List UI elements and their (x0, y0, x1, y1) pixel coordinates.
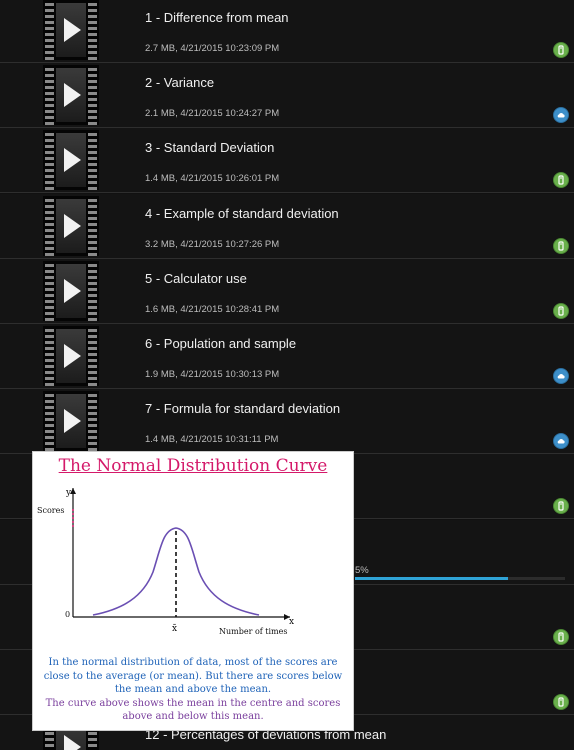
list-item[interactable]: 3 - Standard Deviation 1.4 MB, 4/21/2015 … (0, 128, 574, 194)
item-meta: 2.7 MB, 4/21/2015 10:23:09 PM (145, 43, 280, 54)
overlay-description: In the normal distribution of data, most… (37, 656, 349, 724)
normal-curve-diagram: y Scores 0 x Number of times x̄ (37, 488, 294, 636)
download-progress-text: 5% (355, 564, 369, 576)
video-thumbnail-icon[interactable] (43, 326, 99, 386)
list-item[interactable]: 2 - Variance 2.1 MB, 4/21/2015 10:24:27 P… (0, 63, 574, 129)
download-progress-fill (355, 576, 509, 580)
list-item[interactable]: 6 - Population and sample 1.9 MB, 4/21/20… (0, 324, 574, 389)
item-meta: 1.4 MB, 4/21/2015 10:31:11 PM (145, 434, 279, 446)
device-storage-icon[interactable] (553, 694, 569, 710)
device-storage-icon[interactable] (553, 42, 569, 58)
device-storage-icon[interactable] (553, 498, 569, 515)
description-line-1: In the normal distribution of data, most… (43, 657, 343, 695)
video-thumbnail-icon[interactable] (43, 65, 99, 126)
play-icon (64, 344, 81, 368)
item-meta: 2.1 MB, 4/21/2015 10:24:27 PM (145, 108, 280, 120)
cloud-storage-icon[interactable] (553, 107, 569, 124)
list-item[interactable]: 5 - Calculator use 1.6 MB, 4/21/2015 10:2… (0, 258, 574, 324)
video-thumbnail-icon[interactable] (43, 195, 99, 256)
item-title: 6 - Population and sample (145, 336, 297, 351)
item-meta: 1.4 MB, 4/21/2015 10:26:01 PM (145, 173, 280, 185)
item-title: 4 - Example of standard deviation (145, 205, 339, 221)
cloud-storage-icon[interactable] (553, 368, 569, 384)
item-meta: 1.6 MB, 4/21/2015 10:28:41 PM (145, 303, 280, 315)
play-icon (64, 735, 81, 750)
play-icon (64, 409, 81, 434)
mean-label: x̄ (172, 624, 177, 634)
cloud-storage-icon[interactable] (553, 433, 569, 450)
device-storage-icon[interactable] (553, 628, 569, 645)
item-title: 5 - Calculator use (145, 270, 247, 286)
y-axis-letter: y (65, 488, 72, 498)
item-title: 1 - Difference from mean (145, 10, 289, 25)
video-thumbnail-icon[interactable] (43, 130, 99, 191)
device-storage-icon[interactable] (553, 237, 569, 254)
play-icon (64, 213, 81, 238)
origin-label: 0 (65, 610, 70, 619)
play-icon (64, 18, 81, 42)
description-line-2: The curve above shows the mean in the ce… (45, 697, 341, 723)
overlay-title: The Normal Distribution Curve (58, 456, 328, 476)
item-meta: 1.9 MB, 4/21/2015 10:30:13 PM (145, 369, 280, 380)
item-meta: 3.2 MB, 4/21/2015 10:27:26 PM (145, 238, 280, 250)
y-axis-label: Scores (37, 506, 64, 515)
normal-distribution-image: The Normal Distribution Curve y Scores 0… (32, 451, 354, 731)
device-storage-icon[interactable] (553, 302, 569, 319)
video-thumbnail-icon[interactable] (43, 0, 99, 60)
item-title: 7 - Formula for standard deviation (145, 401, 341, 417)
item-title: 3 - Standard Deviation (145, 140, 275, 156)
list-item[interactable]: 1 - Difference from mean 2.7 MB, 4/21/201… (0, 0, 574, 63)
play-icon (64, 83, 81, 108)
list-item[interactable]: 4 - Example of standard deviation 3.2 MB,… (0, 193, 574, 259)
play-icon (64, 278, 81, 303)
video-thumbnail-icon[interactable] (43, 391, 99, 452)
x-axis-label: Number of times (219, 627, 287, 636)
list-item[interactable]: 7 - Formula for standard deviation 1.4 MB… (0, 389, 574, 455)
device-storage-icon[interactable] (553, 172, 569, 189)
item-title: 2 - Variance (145, 75, 215, 91)
x-axis-letter: x (289, 617, 294, 627)
download-progress-bar (355, 576, 565, 580)
play-icon (64, 148, 81, 173)
video-thumbnail-icon[interactable] (43, 260, 99, 321)
